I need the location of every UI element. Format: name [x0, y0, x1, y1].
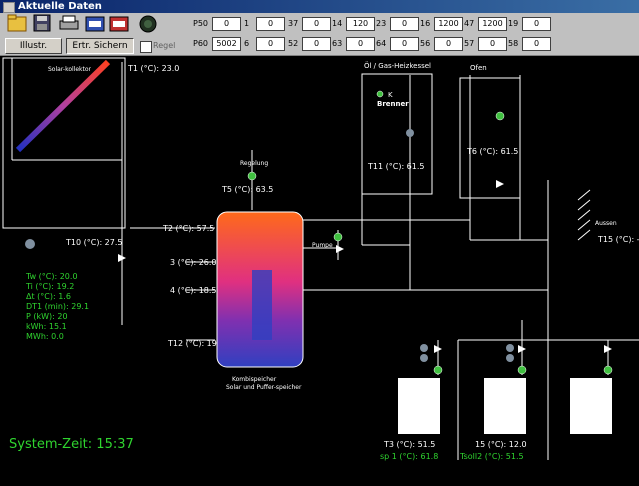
pipe-network: [11, 58, 639, 460]
brenner-label: Brenner: [377, 100, 409, 108]
radiator: [398, 378, 440, 434]
small-note-1: Regelung: [240, 160, 269, 167]
oel-gas-label: Öl / Gas-Heizkessel: [364, 62, 431, 70]
t4-label: 4 (°C): 18.5: [170, 286, 217, 295]
t11-label: T11 (°C): 61.5: [368, 162, 425, 171]
sp1-label: sp 1 (°C): 61.8: [380, 452, 439, 461]
t3-label: 3 (°C): 26.0: [170, 258, 217, 267]
t5-label: T5 (°C): 63.5: [222, 185, 274, 194]
stat-line: DT1 (min): 29.1: [26, 302, 90, 311]
ofen-label: Ofen: [470, 64, 487, 72]
stat-line: Δt (°C): 1.6: [26, 292, 71, 301]
stat-line: MWh: 0.0: [26, 332, 64, 341]
t10-label: T10 (°C): 27.5: [66, 238, 123, 247]
oven-frame: [459, 77, 521, 199]
storage-tank-core: [252, 270, 272, 340]
t6-label: T6 (°C): 61.5: [467, 147, 519, 156]
stat-line: Tw (°C): 20.0: [26, 272, 78, 281]
radiator: [484, 378, 526, 434]
stat-line: kWh: 15.1: [26, 322, 67, 331]
t2-label: T2 (°C): 57.5: [163, 224, 215, 233]
t1-label: T1 (°C): 23.0: [128, 64, 180, 73]
system-clock: System-Zeit: 15:37: [9, 437, 134, 452]
t15-label: T15 (°C): -2: [598, 235, 639, 244]
outside-wall-hatch: [577, 189, 591, 241]
solar-collector: [15, 59, 111, 153]
pump-label: Pumpe: [312, 242, 333, 249]
stat-line: P (kW): 20: [26, 312, 68, 321]
t12-label: T12 (°C): 19: [168, 339, 217, 348]
aussen-label: Aussen: [595, 220, 617, 227]
tsoll-label: Tsoll2 (°C): 51.5: [460, 452, 524, 461]
t13-label: T3 (°C): 51.5: [384, 440, 436, 449]
radiator: [570, 378, 612, 434]
storage-label: Kombispeicher: [232, 376, 277, 383]
t14-label: 15 (°C): 12.0: [475, 440, 527, 449]
k-label: K: [388, 91, 393, 99]
stat-line: Ti (°C): 19.2: [26, 282, 75, 291]
collector-label: Solar-kollektor: [48, 66, 91, 73]
storage-sub-label: Solar und Puffer-speicher: [226, 384, 302, 391]
boiler-frame: [361, 73, 433, 195]
